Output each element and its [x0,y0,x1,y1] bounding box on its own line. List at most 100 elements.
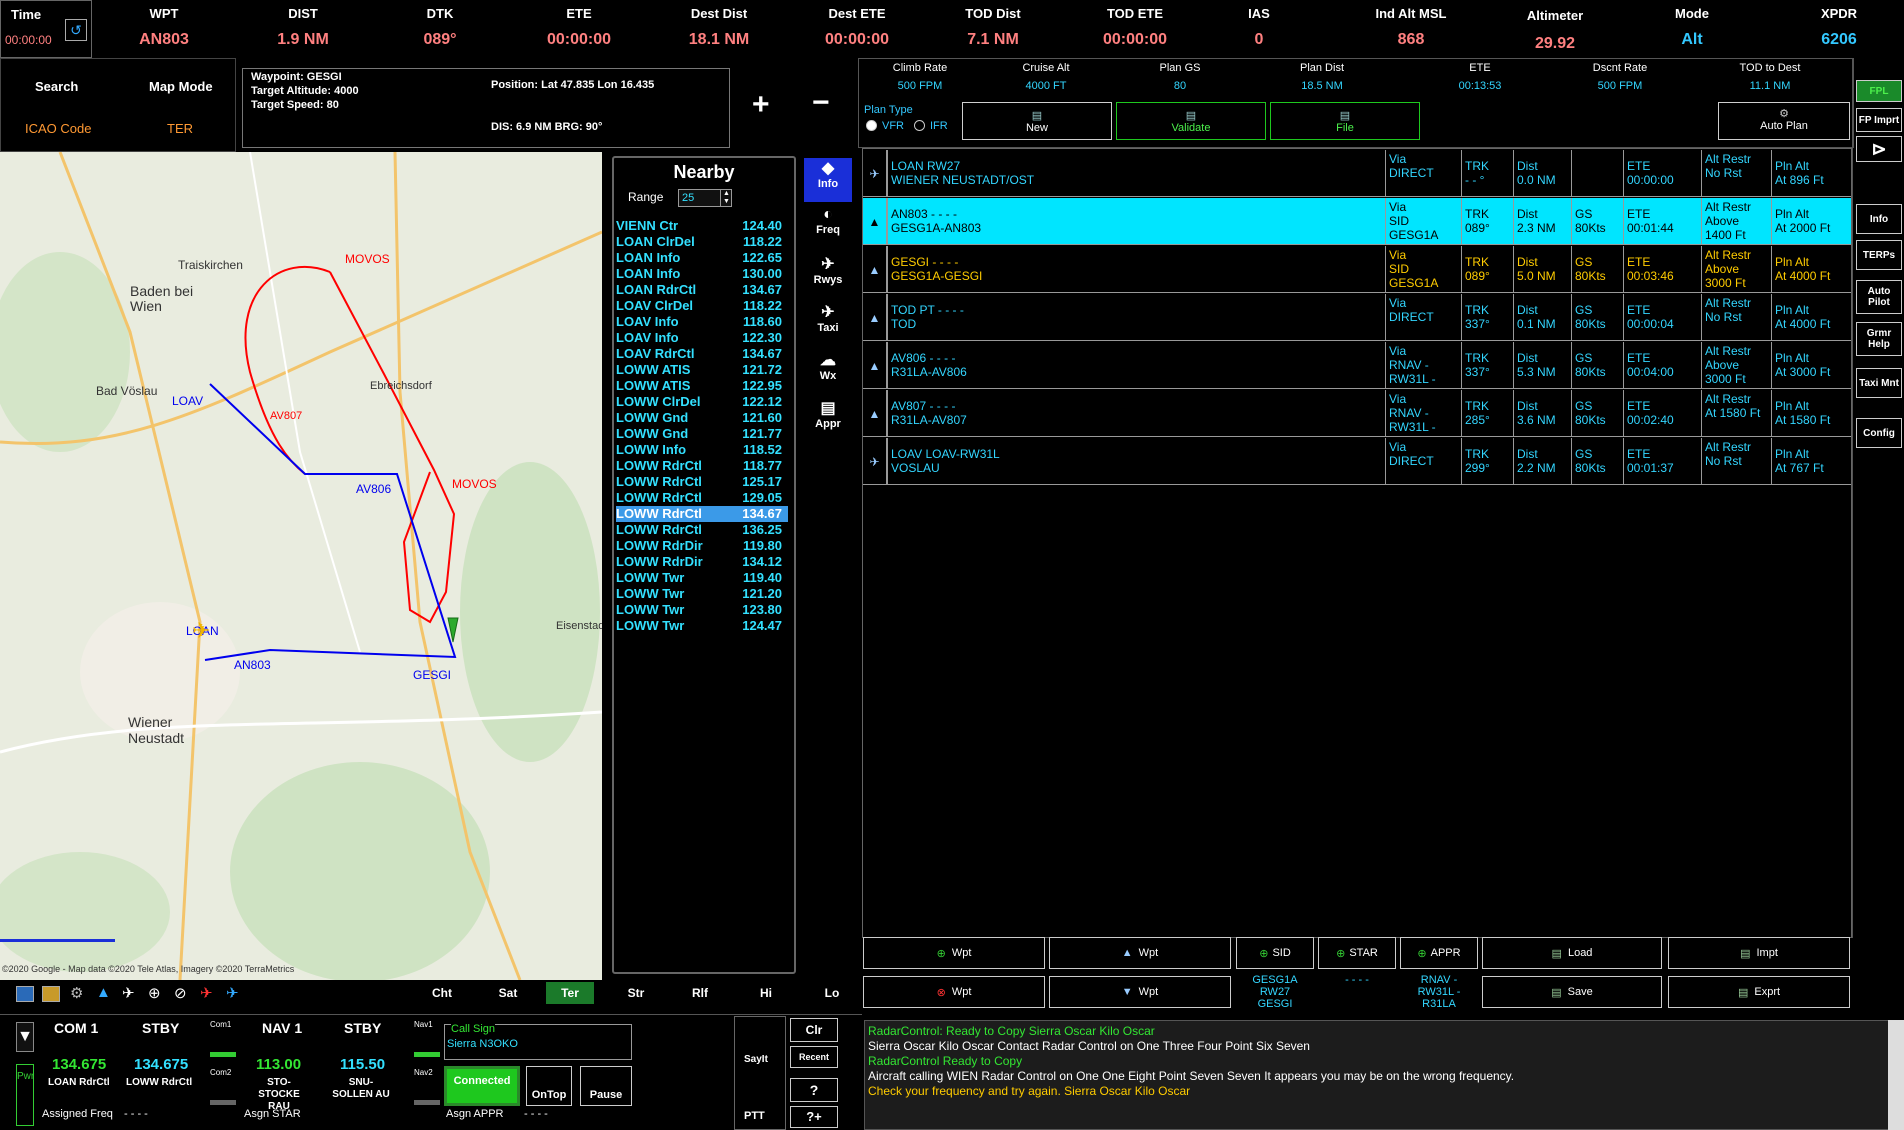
nearby-item[interactable]: LOAN ClrDel 118.22 [616,234,788,250]
range-spinner-icon[interactable]: ▲ ▼ [720,190,732,206]
file-button[interactable]: ▤ File [1270,102,1420,140]
tool-appr[interactable]: ▤ Appr [804,398,852,442]
fpl-row[interactable]: ▲ AV807 - - - - R31LA-AV807 Via RNAV - RW31L … [863,390,1851,437]
side-button-fp-imprt[interactable]: FP Imprt [1856,108,1902,132]
airport-layer-icon[interactable] [42,986,60,1002]
side-button-config[interactable]: Config [1856,418,1902,448]
nearby-item[interactable]: LOAV Info 122.30 [616,330,788,346]
new-plan-button[interactable]: ▤ New [962,102,1112,140]
nearby-item[interactable]: LOAV Info 118.60 [616,314,788,330]
com1-active-freq[interactable]: 134.675 [52,1056,106,1073]
delete-wpt-button[interactable]: ⊗ Wpt [863,976,1045,1008]
help-plus-button[interactable]: ?+ [790,1106,838,1128]
sayit-button[interactable]: SayIt [744,1054,768,1065]
nearby-item[interactable]: LOAN Info 130.00 [616,266,788,282]
star-button[interactable]: ⊕ STAR [1318,937,1396,969]
zoom-in-button[interactable]: + [752,90,770,120]
validate-button[interactable]: ▤ Validate [1116,102,1266,140]
add-wpt-button[interactable]: ⊕ Wpt [863,937,1045,969]
auto-plan-button[interactable]: ⚙ Auto Plan [1718,102,1850,140]
airport-icon[interactable]: ✈ [122,984,135,1002]
nearby-item[interactable]: LOWW RdrCtl 118.77 [616,458,788,474]
call-sign-box[interactable]: Call Sign Sierra N3OKO [444,1023,632,1060]
map-tab-str[interactable]: Str [612,982,660,1004]
tool-taxi[interactable]: ✈ Taxi [804,302,852,346]
nearby-item[interactable]: LOWW Info 118.52 [616,442,788,458]
appr-button[interactable]: ⊕ APPR [1400,937,1478,969]
clear-button[interactable]: Clr [790,1018,838,1042]
vor-icon[interactable]: ⚙ [70,984,83,1002]
nav1-standby-freq[interactable]: 115.50 [340,1056,385,1073]
map-view[interactable]: MOVOS AV807 LOAV AV806 MOVOS LOAN AN803 … [0,152,602,980]
power-button[interactable]: Pwr [16,1064,34,1126]
side-button-fpl[interactable]: FPL [1856,80,1902,102]
nearby-item[interactable]: LOWW Gnd 121.77 [616,426,788,442]
side-button-taxi-mnt[interactable]: Taxi Mnt [1856,368,1902,398]
map-tab-lo[interactable]: Lo [808,982,856,1004]
map-tab-rlf[interactable]: Rlf [676,982,724,1004]
tool-rwys[interactable]: ✈ Rwys [804,254,852,298]
load-button[interactable]: ▤ Load [1482,937,1662,969]
nearby-item[interactable]: LOWW Twr 123.80 [616,602,788,618]
side-button-grmr-help[interactable]: Grmr Help [1856,322,1902,356]
nav1-active-freq[interactable]: 113.00 [256,1056,301,1073]
autopilot-symbol-button[interactable]: ⊳ [1856,136,1902,162]
side-button-info[interactable]: Info [1856,204,1902,234]
reset-time-icon[interactable]: ↺ [65,19,87,41]
save-button[interactable]: ▤ Save [1482,976,1662,1008]
nearby-item[interactable]: LOAN Info 122.65 [616,250,788,266]
help-button[interactable]: ? [790,1078,838,1102]
ifr-radio[interactable] [914,120,925,131]
map-tab-sat[interactable]: Sat [484,982,532,1004]
nearby-item[interactable]: LOWW RdrCtl 129.05 [616,490,788,506]
vfr-radio[interactable] [866,120,877,131]
sid-button[interactable]: ⊕ SID [1236,937,1314,969]
recent-button[interactable]: Recent [790,1046,838,1068]
nearby-item[interactable]: LOWW RdrCtl 136.25 [616,522,788,538]
nearby-item[interactable]: LOAV RdrCtl 134.67 [616,346,788,362]
nearby-item[interactable]: LOWW RdrCtl 134.67 [616,506,788,522]
import-button[interactable]: ▤ Impt [1668,937,1850,969]
nearby-item[interactable]: LOWW Twr 124.47 [616,618,788,634]
nearby-item[interactable]: LOWW RdrDir 134.12 [616,554,788,570]
no-fly-icon[interactable]: ⊘ [174,984,187,1002]
map-tab-hi[interactable]: Hi [742,982,790,1004]
blue-plane-icon[interactable]: ✈ [226,984,239,1002]
move-down-wpt-button[interactable]: ▼ Wpt [1049,976,1231,1008]
ontop-button[interactable]: OnTop [526,1066,572,1106]
fpl-row[interactable]: ▲ TOD PT - - - - TOD Via DIRECT TRK 337° Dist 0.… [863,294,1851,341]
nearby-item[interactable]: LOAV ClrDel 118.22 [616,298,788,314]
map-tab-ter[interactable]: Ter [546,982,594,1004]
fpl-row[interactable]: ▲ AN803 - - - - GESG1A-AN803 Via SID GESG1A TR… [863,198,1851,245]
connected-button[interactable]: Connected [444,1066,520,1106]
nearby-item[interactable]: LOWW ATIS 121.72 [616,362,788,378]
ptt-button[interactable]: PTT [744,1110,765,1122]
zoom-out-button[interactable]: − [812,88,830,118]
red-plane-icon[interactable]: ✈ [200,984,213,1002]
search-button[interactable]: Search [35,79,78,94]
fpl-row[interactable]: ✈ LOAV LOAV-RW31L VOSLAU Via DIRECT TRK 299° Di… [863,438,1851,485]
tool-freq[interactable]: ◐ Freq [804,206,852,250]
swap-icon[interactable]: ▼ [16,1022,34,1052]
export-button[interactable]: ▤ Exprt [1668,976,1850,1008]
nearby-item[interactable]: LOWW ATIS 122.95 [616,378,788,394]
icao-code-input[interactable]: ICAO Code [25,121,91,136]
fpl-row[interactable]: ▲ AV806 - - - - R31LA-AV806 Via RNAV - RW31L … [863,342,1851,389]
fpl-row[interactable]: ▲ GESGI - - - - GESG1A-GESGI Via SID GESG1A TR… [863,246,1851,293]
nearby-item[interactable]: LOWW Gnd 121.60 [616,410,788,426]
nearby-item[interactable]: LOWW RdrDir 119.80 [616,538,788,554]
side-button-terps[interactable]: TERPs [1856,240,1902,270]
tool-wx[interactable]: ☁ Wx [804,350,852,394]
message-scrollbar[interactable] [1888,1020,1904,1130]
nearby-item[interactable]: LOWW RdrCtl 125.17 [616,474,788,490]
nearby-item[interactable]: LOAN RdrCtl 134.67 [616,282,788,298]
nearby-item[interactable]: LOWW Twr 119.40 [616,570,788,586]
waypoint-icon[interactable]: ▲ [96,984,111,1001]
nearby-item[interactable]: VIENN Ctr 124.40 [616,218,788,234]
com1-standby-freq[interactable]: 134.675 [134,1056,188,1073]
move-up-wpt-button[interactable]: ▲ Wpt [1049,937,1231,969]
map-mode-value[interactable]: TER [167,121,193,136]
side-button-auto-pilot[interactable]: Auto Pilot [1856,280,1902,314]
tool-info[interactable]: ◆ Info [804,158,852,202]
compass-icon[interactable]: ⊕ [148,984,161,1002]
